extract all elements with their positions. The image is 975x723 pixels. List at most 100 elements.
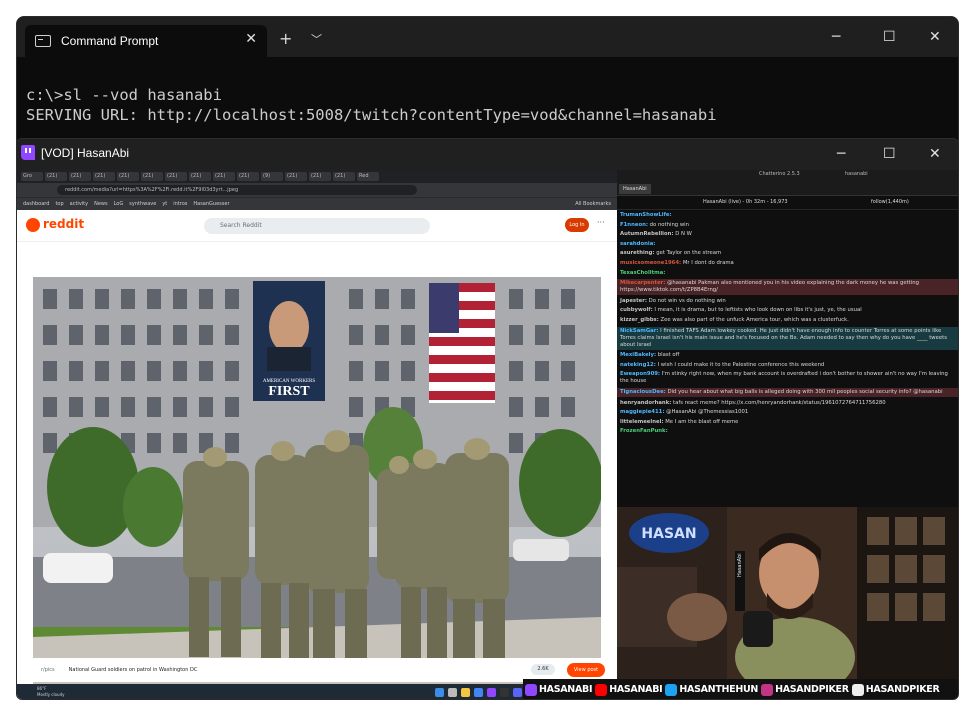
bookmark-item[interactable]: News (94, 201, 108, 207)
chat-username[interactable]: AutumnRebellion: (620, 231, 674, 237)
close-tab-icon[interactable]: ✕ (245, 31, 257, 47)
chat-text: I mean, it is drama, but to leftists who… (654, 307, 862, 314)
bookmark-item[interactable]: top (55, 201, 63, 207)
chatterino-panel: Chatterino 2.5.3 hasanabi HasanAbi Hasan… (617, 170, 958, 507)
browser-tab[interactable]: (21) (165, 172, 187, 181)
maximize-icon[interactable]: ☐ (883, 29, 896, 45)
twitch-icon (21, 145, 35, 160)
chat-username[interactable]: FrozenFanPunk: (620, 428, 668, 434)
close-window-icon[interactable]: ✕ (929, 146, 941, 162)
maximize-icon[interactable]: ☐ (883, 146, 896, 162)
browser-tab[interactable]: (21) (333, 172, 355, 181)
chat-username[interactable]: cubbywolf: (620, 307, 653, 313)
browser-tab[interactable]: (21) (189, 172, 211, 181)
chat-tab[interactable]: HasanAbi (619, 184, 651, 194)
stream-status: HasanAbi (live) - 0h 32m - 16,973 (703, 199, 788, 205)
chatterino-title: Chatterino 2.5.3 (759, 171, 800, 177)
chat-username[interactable]: musicsomeone1964: (620, 260, 681, 266)
view-post-button[interactable]: View post (567, 663, 605, 677)
browser-tab[interactable]: (21) (213, 172, 235, 181)
all-bookmarks-button[interactable]: All Bookmarks (575, 201, 611, 207)
browser-tab[interactable]: Gro (21, 172, 43, 181)
chat-text: Do not win vs do nothing win (648, 297, 726, 304)
chat-username[interactable]: Japester: (620, 298, 647, 304)
chat-text: get Taylor on the stream (656, 250, 722, 257)
bookmark-item[interactable]: intros (173, 201, 187, 207)
chat-message: Japester: Do not win vs do nothing win (620, 298, 958, 305)
browser-tab[interactable]: (21) (93, 172, 115, 181)
chat-username[interactable]: maggiepie411: (620, 409, 664, 415)
chrome-icon[interactable] (474, 688, 483, 697)
bookmark-item[interactable]: activity (70, 201, 88, 207)
social-handle: HASANTHEHUN (665, 683, 758, 696)
chat-username[interactable]: NickSamGar: (620, 328, 658, 334)
bookmark-item[interactable]: synthwave (129, 201, 156, 207)
chevron-down-icon[interactable]: ﹀ (311, 31, 322, 47)
chat-username[interactable]: sarahdonia: (620, 241, 655, 247)
bookmark-item[interactable]: LoG (114, 201, 124, 207)
twitch-app-icon[interactable] (487, 688, 496, 697)
comments-button[interactable]: 2.6K (531, 664, 555, 675)
search-icon[interactable] (448, 688, 457, 697)
browser-tab[interactable]: (21) (285, 172, 307, 181)
browser-tab[interactable]: (21) (309, 172, 331, 181)
chat-username[interactable]: MexiBakely: (620, 352, 656, 358)
weather-text: Mostly cloudy (37, 692, 65, 697)
browser-tab[interactable]: (21) (117, 172, 139, 181)
discord-icon[interactable] (513, 688, 522, 697)
chat-username[interactable]: TexasCholltma: (620, 270, 665, 276)
chat-text: @HasanAbi @Themessias1001 (666, 409, 749, 416)
close-window-icon[interactable]: ✕ (929, 29, 941, 45)
chat-message: cubbywolf: I mean, it is drama, but to l… (620, 307, 958, 314)
social-handle: HASANABI (595, 683, 663, 696)
chat-message: kizzer_gibbs: Zee was also part of the u… (620, 317, 958, 324)
browser-tab[interactable]: (21) (69, 172, 91, 181)
chat-username[interactable]: Eweapon909: (620, 371, 660, 377)
browser-tab[interactable]: (21) (141, 172, 163, 181)
chat-username[interactable]: asurething: (620, 250, 655, 256)
follow-info[interactable]: follow(1,440m) (871, 199, 909, 205)
weather-widget[interactable]: 86°F Mostly cloudy (37, 686, 65, 698)
stream-status-bar: HasanAbi (live) - 0h 32m - 16,973 follow… (617, 196, 958, 210)
more-options-icon[interactable]: ··· (597, 218, 605, 227)
chat-message: AutumnRebellion: D N W (620, 231, 958, 238)
folder-icon[interactable] (461, 688, 470, 697)
url-field[interactable]: reddit.com/media?url=https%3A%2F%2Fi.red… (57, 185, 417, 195)
reddit-logo-icon[interactable] (26, 218, 40, 232)
browser-tab[interactable]: Red (357, 172, 379, 181)
post-title[interactable]: National Guard soldiers on patrol in Was… (69, 667, 198, 673)
login-button[interactable]: Log In (565, 218, 589, 232)
chat-username[interactable]: nateking12: (620, 362, 656, 368)
chat-message: nateking12: I wish I could make it to th… (620, 362, 958, 369)
chat-message: FrozenFanPunk: (620, 428, 958, 435)
subreddit-link[interactable]: r/pics (41, 667, 55, 673)
search-input[interactable]: Search Reddit (204, 218, 430, 234)
chat-username[interactable]: littelemeelnel: (620, 419, 664, 425)
chat-username[interactable]: henryandorhank: (620, 400, 671, 406)
bookmark-item[interactable]: yt (162, 201, 167, 207)
browser-tab[interactable]: (21) (45, 172, 67, 181)
reddit-wordmark[interactable]: reddit (43, 217, 84, 231)
chat-username[interactable]: kizzer_gibbs: (620, 317, 659, 323)
new-tab-button[interactable]: + (279, 29, 292, 48)
chat-messages: TrumanShowLife: F1nneon: do nothing win A… (617, 210, 958, 435)
browser-tab[interactable]: (9) (261, 172, 283, 181)
terminal-line: c:\>sl --vod hasanabi (26, 86, 222, 104)
address-bar[interactable]: reddit.com/media?url=https%3A%2F%2Fi.red… (17, 183, 617, 197)
cmd-tab[interactable]: Command Prompt ✕ (25, 25, 267, 57)
social-handle-text: HASANABI (609, 684, 663, 695)
minimize-icon[interactable]: ─ (837, 146, 845, 162)
minimize-icon[interactable]: ─ (832, 29, 840, 45)
chat-username[interactable]: TrumanShowLife: (620, 212, 672, 218)
bookmark-item[interactable]: dashboard (23, 201, 49, 207)
start-icon[interactable] (435, 688, 444, 697)
browser-tab[interactable]: (21) (237, 172, 259, 181)
chat-username[interactable]: TignaciousDee: (620, 389, 666, 395)
chat-message: musicsomeone1964: Mr I dont do drama (620, 260, 958, 267)
chat-username[interactable]: F1nneon: (620, 222, 648, 228)
bookmark-item[interactable]: HasanGuesser (193, 201, 229, 207)
chat-username[interactable]: Mikecarpenter: (620, 280, 665, 286)
browser-capture: Gro (21) (21) (21) (21) (21) (21) (21) (21) (21)(… (17, 170, 617, 699)
social-handle: HASANDPIKER (761, 683, 849, 696)
terminal-app-icon[interactable] (500, 688, 509, 697)
